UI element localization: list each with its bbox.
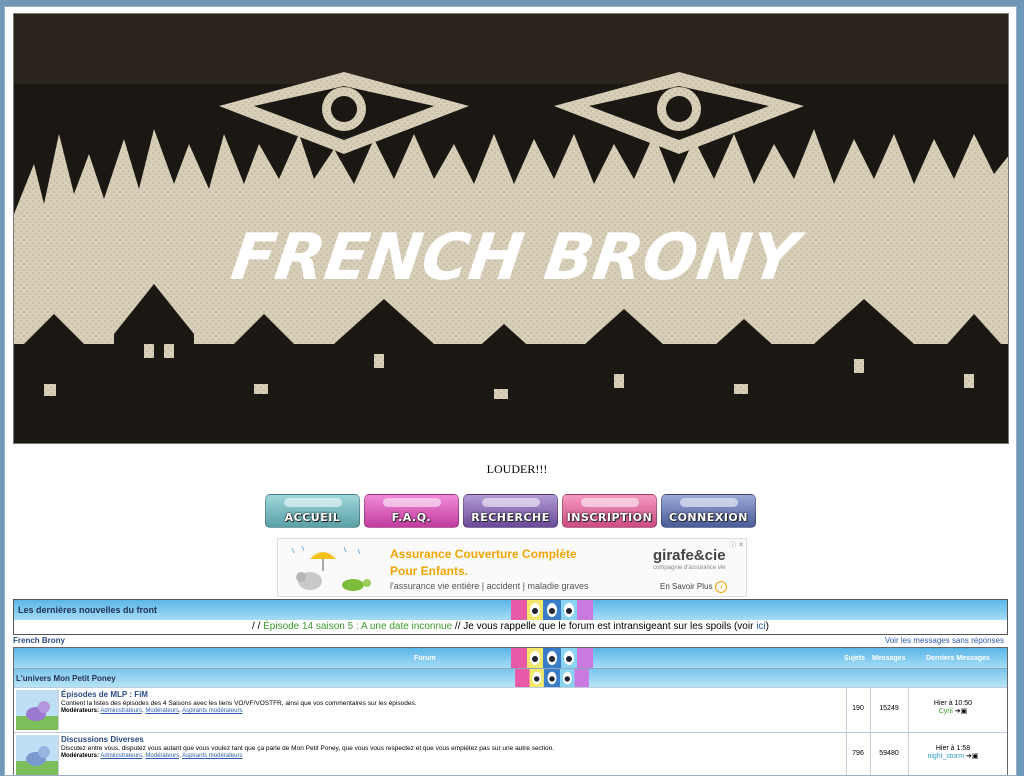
goto-last-post-icon[interactable]: ➔▣ xyxy=(966,752,978,760)
pony-eyes-decoration xyxy=(511,600,593,620)
ad-cta-label: En Savoir Plus xyxy=(660,582,713,591)
arrow-right-icon: › xyxy=(715,581,728,593)
news-prefix: / / xyxy=(251,621,264,632)
pony-deco-icon xyxy=(284,498,342,507)
moderator-group-link[interactable]: Modérateurs xyxy=(145,753,179,759)
nav-accueil-button[interactable]: ACCUEIL xyxy=(265,494,360,528)
breadcrumb[interactable]: French Brony xyxy=(13,636,65,645)
forum-row-main: Épisodes de MLP : FiM Contient la listes… xyxy=(61,689,844,731)
forum-banner[interactable]: FRENCH BRONY xyxy=(13,13,1009,444)
forum-moderators: Modérateurs: Administrateurs, Modérateur… xyxy=(61,708,243,714)
forum-description: Discutez entre vous, disputez vous autan… xyxy=(61,745,555,752)
advertisement-banner[interactable]: Assurance Couverture Complète Pour Enfan… xyxy=(277,538,747,597)
nav-label: INSCRIPTION xyxy=(566,511,653,524)
pony-deco-icon xyxy=(482,498,540,507)
col-header-forum: Forum xyxy=(414,655,436,662)
forum-table-header: Forum Sujets Messages Derniers Messages xyxy=(14,648,1007,668)
forum-moderators: Modérateurs: Administrateurs, Modérateur… xyxy=(61,753,243,759)
forum-motto: LOUDER!!! xyxy=(486,462,548,476)
ad-brand-subtitle: compagnie d'assurance vie xyxy=(653,565,726,571)
topic-count: 796 xyxy=(852,750,864,757)
nav-label: CONNEXION xyxy=(669,511,748,524)
col-header-last-posts: Derniers Messages xyxy=(926,655,990,662)
forum-category-row[interactable]: L'univers Mon Petit Poney xyxy=(14,668,1007,687)
news-episode-text: Épisode 14 saison 5 : A une date inconnu… xyxy=(263,621,453,632)
banner-title: FRENCH BRONY xyxy=(227,220,809,295)
news-header: Les dernières nouvelles du front xyxy=(14,600,1007,620)
forum-description: Contient la listes des épisodes des 4 Sa… xyxy=(61,700,417,707)
ad-cta-link[interactable]: En Savoir Plus › xyxy=(660,581,728,593)
forum-title-link[interactable]: Épisodes de MLP : FiM xyxy=(61,690,844,699)
pony-eyes-decoration xyxy=(515,669,589,687)
banner-artwork: FRENCH BRONY xyxy=(14,14,1008,443)
news-title: Les dernières nouvelles du front xyxy=(18,605,158,615)
news-middle-text: // Je vous rappelle que le forum est int… xyxy=(452,621,757,632)
nav-connexion-button[interactable]: CONNEXION xyxy=(661,494,756,528)
forum-pony-icon[interactable] xyxy=(16,690,59,730)
topic-count: 190 xyxy=(852,705,864,712)
news-spoil-rules-link[interactable]: ici xyxy=(756,621,765,632)
news-suffix: ) xyxy=(765,621,769,632)
nav-recherche-button[interactable]: RECHERCHE xyxy=(463,494,558,528)
page-frame: FRENCH BRONY LOUDER!!! ACCUEIL F.A.Q. RE… xyxy=(4,6,1017,776)
moderators-label: Modérateurs: xyxy=(61,753,100,759)
nav-label: ACCUEIL xyxy=(284,511,341,524)
elephant-umbrella-illustration xyxy=(291,545,371,591)
forum-pony-icon[interactable] xyxy=(16,735,59,775)
category-name: L'univers Mon Petit Poney xyxy=(16,674,116,683)
col-header-topics: Sujets xyxy=(844,655,866,662)
moderator-group-link[interactable]: Aspirants modérateurs xyxy=(182,708,242,714)
moderator-group-link[interactable]: Modérateurs xyxy=(145,708,179,714)
last-post-user-link[interactable]: night_storm xyxy=(927,753,964,760)
pony-deco-icon xyxy=(680,498,738,507)
moderator-group-link[interactable]: Aspirants modérateurs xyxy=(182,753,242,759)
forum-row: Épisodes de MLP : FiM Contient la listes… xyxy=(14,687,1007,732)
last-post-info: Hier à 10:50 Cyril ➔▣ xyxy=(903,700,1003,715)
ad-close-icon[interactable]: ⓘ ✕ xyxy=(729,540,744,550)
ad-brand-logo: girafe&cie xyxy=(653,547,726,564)
forum-row: Discussions Diverses Discutez entre vous… xyxy=(14,732,1007,775)
moderators-label: Modérateurs: xyxy=(61,708,100,714)
forum-table: Forum Sujets Messages Derniers Messages … xyxy=(13,647,1008,775)
pony-deco-icon xyxy=(383,498,441,507)
news-box: Les dernières nouvelles du front / / Épi… xyxy=(13,599,1008,635)
pony-eyes-decoration xyxy=(511,648,593,668)
news-content: / / Épisode 14 saison 5 : A une date inc… xyxy=(14,620,1007,634)
ad-tagline: l'assurance vie entière | accident | mal… xyxy=(390,581,589,591)
nav-faq-button[interactable]: F.A.Q. xyxy=(364,494,459,528)
last-post-time: Hier à 1:58 xyxy=(935,745,971,752)
nav-label: F.A.Q. xyxy=(391,511,432,524)
forum-row-main: Discussions Diverses Discutez entre vous… xyxy=(61,734,844,775)
nav-label: RECHERCHE xyxy=(471,511,550,524)
forum-title-link[interactable]: Discussions Diverses xyxy=(61,735,844,744)
last-post-info: Hier à 1:58 night_storm ➔▣ xyxy=(903,745,1003,760)
col-header-messages: Messages xyxy=(872,655,906,662)
nav-inscription-button[interactable]: INSCRIPTION xyxy=(562,494,657,528)
goto-last-post-icon[interactable]: ➔▣ xyxy=(955,707,967,715)
last-post-user-link[interactable]: Cyril xyxy=(939,708,953,715)
moderator-group-link[interactable]: Administrateurs xyxy=(100,708,142,714)
main-navigation: ACCUEIL F.A.Q. RECHERCHE INSCRIPTION CON… xyxy=(265,494,756,528)
unanswered-messages-link[interactable]: Voir les messages sans réponses xyxy=(885,636,1004,645)
last-post-time: Hier à 10:50 xyxy=(933,700,973,707)
ad-headline-2: Pour Enfants. xyxy=(390,564,469,578)
pony-deco-icon xyxy=(581,498,639,507)
ad-headline: Assurance Couverture Complète xyxy=(390,547,577,561)
moderator-group-link[interactable]: Administrateurs xyxy=(100,753,142,759)
